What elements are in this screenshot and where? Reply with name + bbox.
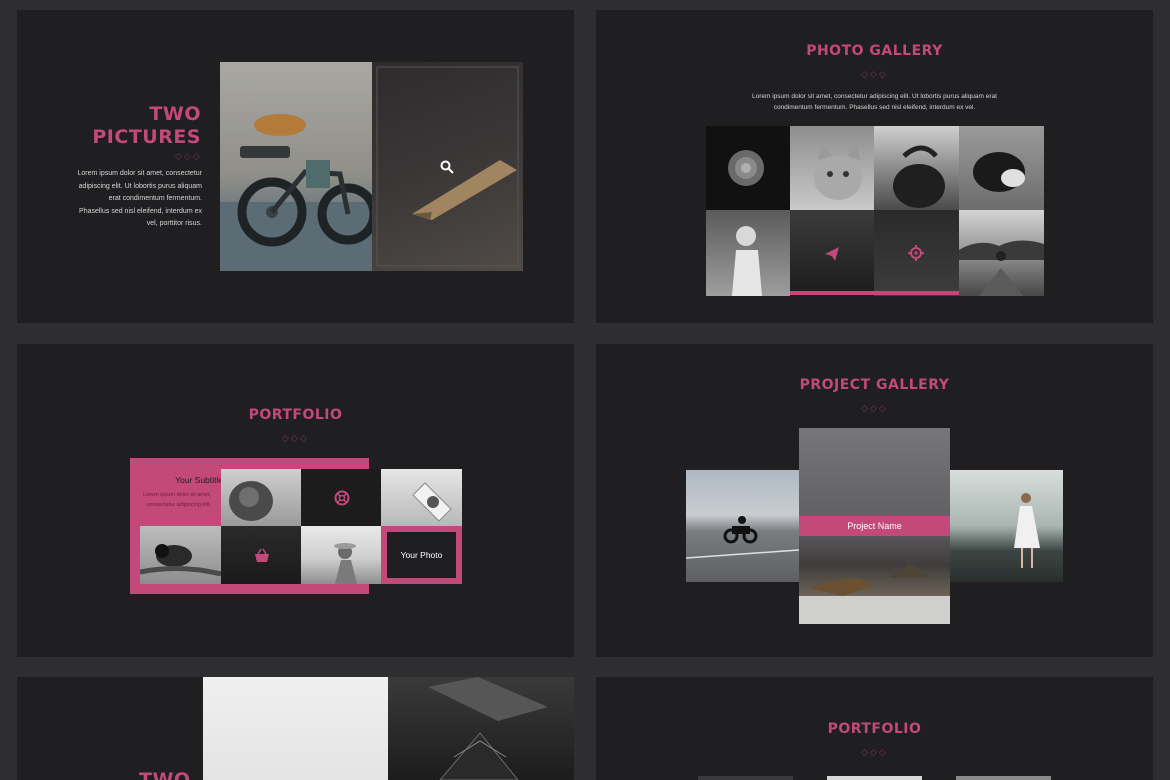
motorcycle-photo xyxy=(220,62,372,271)
your-photo-label: Your Photo xyxy=(400,550,443,560)
title-line-2: PICTURES xyxy=(92,126,201,148)
dog-photo[interactable] xyxy=(959,126,1044,210)
project-name-label: Project Name xyxy=(847,521,902,531)
slide-title: TWO xyxy=(139,769,191,780)
divider-ornament: ◇◇◇ xyxy=(282,433,309,443)
ornaments-photo[interactable] xyxy=(301,469,381,526)
beach-photo[interactable] xyxy=(301,526,381,584)
lifebuoy-icon[interactable] xyxy=(332,488,352,508)
thumb-strip-1 xyxy=(698,776,793,780)
tower-photo[interactable] xyxy=(388,677,574,780)
pen-photo[interactable] xyxy=(372,62,523,271)
slide-title: TWO PICTURES xyxy=(92,103,201,149)
kettle-photo[interactable] xyxy=(874,126,959,210)
thumb-strip-2 xyxy=(827,776,922,780)
photo-grid xyxy=(706,126,1044,296)
basket-photo[interactable] xyxy=(221,526,301,584)
slide-two-pictures-2[interactable]: TWO xyxy=(17,677,574,780)
rose-photo[interactable] xyxy=(706,126,790,210)
slide-portfolio[interactable]: PORTFOLIO ◇◇◇ Your Subtitle Lorem ipsum … xyxy=(17,344,574,657)
paper-plane-icon[interactable] xyxy=(822,244,842,264)
shopping-basket-icon[interactable] xyxy=(252,546,272,566)
gear-icon[interactable] xyxy=(906,243,926,263)
biker-photo[interactable] xyxy=(686,470,799,582)
portfolio-subtitle: Your Subtitle xyxy=(175,475,223,485)
slide-project-gallery[interactable]: PROJECT GALLERY ◇◇◇ Project Name xyxy=(596,344,1153,657)
cat-photo[interactable] xyxy=(790,126,874,210)
slide-title: PORTFOLIO xyxy=(827,721,922,737)
divider-ornament: ◇◇◇ xyxy=(861,69,888,79)
your-photo-tile[interactable]: Your Photo xyxy=(381,526,462,584)
bird-photo[interactable] xyxy=(140,526,221,584)
portfolio-body: Lorem ipsum dolor sit amet, consectetur … xyxy=(143,492,211,508)
girl-photo[interactable] xyxy=(706,210,790,296)
slide-portfolio-2[interactable]: PORTFOLIO ◇◇◇ xyxy=(596,677,1153,780)
canoe-photo[interactable] xyxy=(959,210,1044,296)
camera-photo[interactable] xyxy=(381,469,462,526)
title-line-1: TWO xyxy=(149,103,201,125)
slide-title: PORTFOLIO xyxy=(248,407,343,423)
search-icon[interactable] xyxy=(438,158,456,176)
divider-ornament: ◇◇◇ xyxy=(861,747,888,757)
project-name-band[interactable]: Project Name xyxy=(799,516,950,536)
woman-photo[interactable] xyxy=(950,470,1063,582)
slide-two-pictures[interactable]: TWO PICTURES ◇◇◇ Lorem ipsum dolor sit a… xyxy=(17,10,574,323)
divider-ornament: ◇◇◇ xyxy=(861,403,888,413)
body-text: Lorem ipsum dolor sit amet, consectetur … xyxy=(77,170,203,227)
slide-title: PHOTO GALLERY xyxy=(806,43,943,59)
slide-photo-gallery[interactable]: PHOTO GALLERY ◇◇◇ Lorem ipsum dolor sit … xyxy=(596,10,1153,323)
rocks-photo[interactable] xyxy=(874,210,959,296)
divider-ornament: ◇◇◇ xyxy=(175,151,202,161)
accent-bar xyxy=(790,291,959,295)
bowl-photo[interactable] xyxy=(221,469,301,526)
body-text: Lorem ipsum dolor sit amet, consectetur … xyxy=(752,93,997,111)
white-panel xyxy=(203,677,388,780)
slide-title: PROJECT GALLERY xyxy=(799,377,950,393)
lighthouse-photo[interactable] xyxy=(790,210,874,296)
thumb-strip-3 xyxy=(956,776,1051,780)
